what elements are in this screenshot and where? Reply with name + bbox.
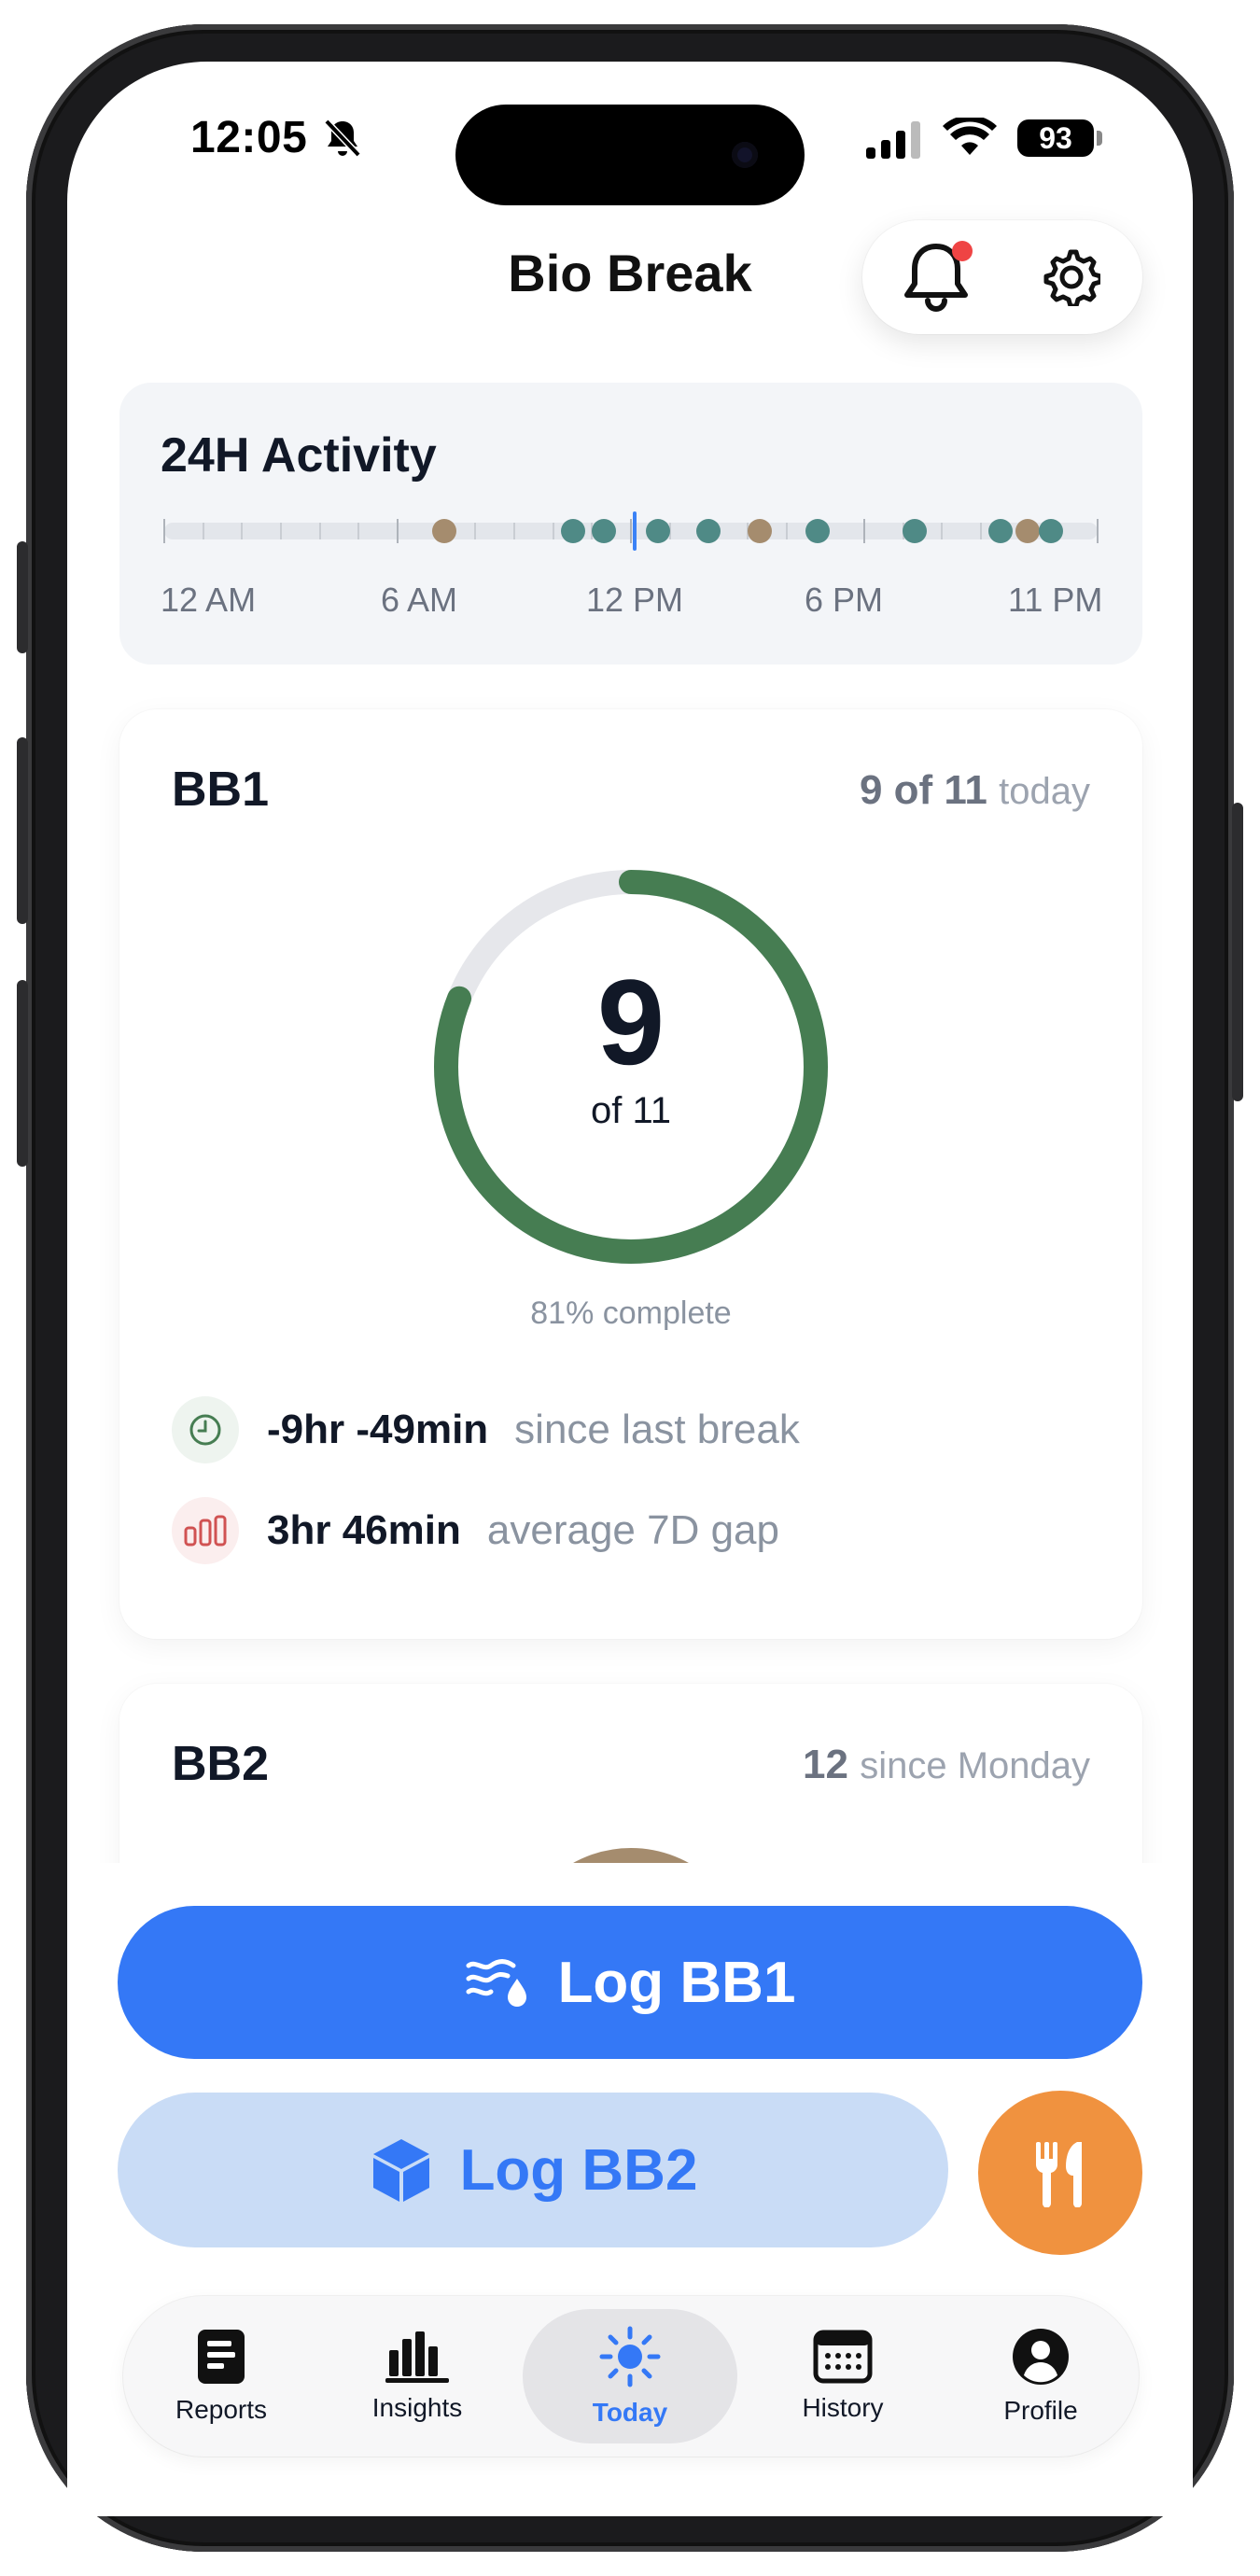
timeline-event-bb2[interactable] [747, 519, 772, 543]
timeline-tick [785, 523, 788, 539]
timeline-label-6pm: 6 PM [805, 581, 884, 619]
bb1-count: 9 of 11 today [860, 767, 1090, 814]
tab-profile-label: Profile [1003, 2396, 1078, 2425]
timeline-tick [280, 523, 282, 539]
tab-profile[interactable]: Profile [943, 2296, 1139, 2457]
insights-icon [385, 2331, 449, 2383]
since-last-break-label: since last break [514, 1407, 800, 1452]
battery-level: 93 [1017, 119, 1094, 157]
notification-badge [952, 241, 973, 261]
timeline-tick [1097, 519, 1099, 543]
tab-bar: Reports Insights Today History Profile [123, 2296, 1139, 2457]
battery-icon [1097, 131, 1102, 146]
bb1-percent-complete: 81% complete [530, 1295, 732, 1331]
activity-timeline[interactable] [119, 383, 1142, 665]
timeline-event-bb1[interactable] [591, 519, 616, 543]
silent-bell-icon [323, 118, 362, 159]
header-actions [862, 220, 1142, 334]
timeline-tick [941, 523, 944, 539]
volume-down-button [17, 980, 28, 1167]
bb1-title: BB1 [172, 763, 270, 817]
tab-reports[interactable]: Reports [123, 2296, 319, 2457]
bb2-count-suffix: since Monday [860, 1745, 1090, 1786]
since-last-break-row: -9hr -49min since last break [172, 1396, 800, 1463]
settings-button[interactable] [1015, 231, 1127, 323]
timeline-label-11pm: 11 PM [1008, 581, 1103, 619]
bb1-ring-value: 9 [596, 954, 665, 1090]
tab-today[interactable]: Today [523, 2296, 737, 2457]
timeline-event-bb1[interactable] [1039, 519, 1063, 543]
timeline-tick [980, 523, 982, 539]
timeline-tick [241, 523, 244, 539]
activity-card: 24H Activity 12 AM 6 AM 12 PM 6 PM 11 PM [119, 383, 1142, 665]
timeline-tick [357, 523, 360, 539]
timeline-tick [202, 523, 204, 539]
page-title: Bio Break [508, 244, 752, 302]
sun-icon [599, 2326, 661, 2387]
tab-insights-label: Insights [371, 2393, 463, 2422]
profile-icon [1013, 2329, 1069, 2385]
tab-insights[interactable]: Insights [319, 2296, 515, 2457]
cube-icon [369, 2135, 434, 2205]
bar-chart-icon [172, 1497, 239, 1564]
log-meal-button[interactable] [978, 2091, 1142, 2255]
notifications-button[interactable] [875, 231, 997, 323]
tab-history-label: History [802, 2393, 884, 2422]
timeline-event-bb1[interactable] [560, 519, 585, 543]
timeline-label-12pm: 12 PM [586, 581, 684, 619]
volume-up-button [17, 737, 28, 924]
timeline-event-bb1[interactable] [903, 519, 928, 543]
average-gap-value: 3hr 46min [267, 1507, 461, 1553]
bb1-count-suffix: today [999, 771, 1090, 812]
timeline-label-6am: 6 AM [381, 581, 458, 619]
log-bb2-button[interactable]: Log BB2 [118, 2093, 948, 2247]
bb1-count-value: 9 of 11 [859, 767, 987, 813]
gear-icon [1043, 249, 1100, 306]
wifi-icon [943, 115, 997, 163]
signal-icon [866, 121, 924, 163]
timeline-tick [318, 523, 321, 539]
calendar-icon [813, 2330, 873, 2384]
timeline-tick [630, 519, 632, 543]
tab-history[interactable]: History [745, 2296, 941, 2457]
timeline-event-bb1[interactable] [987, 519, 1013, 543]
bb2-title: BB2 [172, 1737, 270, 1791]
timeline-tick [474, 523, 477, 539]
timeline-tick [552, 523, 554, 539]
average-gap-row: 3hr 46min average 7D gap [172, 1497, 779, 1564]
timeline-tick [513, 523, 515, 539]
since-last-break-value: -9hr -49min [267, 1407, 489, 1452]
reports-icon [198, 2330, 245, 2384]
timeline-tick [397, 519, 399, 543]
bb1-card[interactable]: BB1 9 of 11 today 9 of 11 81% complete -… [119, 709, 1142, 1639]
timeline-event-bb2[interactable] [1015, 519, 1040, 543]
bb2-count: 12 since Monday [803, 1742, 1090, 1788]
log-bb1-label: Log BB1 [557, 1950, 796, 2015]
bb1-progress-ring: 9 of 11 [423, 859, 839, 1275]
timeline-tick [163, 519, 165, 543]
tab-reports-label: Reports [175, 2395, 268, 2424]
timeline-event-bb1[interactable] [696, 519, 721, 543]
timeline-event-bb1[interactable] [646, 519, 671, 543]
timeline-event-bb1[interactable] [805, 519, 830, 543]
log-bb1-button[interactable]: Log BB1 [118, 1906, 1142, 2059]
timeline-label-12am: 12 AM [161, 581, 257, 619]
power-button [1232, 803, 1243, 1101]
bb1-ring-of: of 11 [591, 1090, 671, 1131]
log-bb2-label: Log BB2 [459, 2137, 698, 2203]
bb2-count-value: 12 [803, 1742, 848, 1787]
average-gap-label: average 7D gap [486, 1507, 779, 1553]
water-waves-icon [465, 1956, 532, 2009]
timeline-now-marker [633, 511, 637, 551]
timeline-tick [863, 519, 865, 543]
fork-knife-icon [1035, 2142, 1082, 2207]
clock-icon [172, 1396, 239, 1463]
mute-switch [17, 541, 28, 653]
tab-today-label: Today [592, 2398, 668, 2427]
status-time: 12:05 [190, 113, 308, 162]
dynamic-island [455, 105, 805, 205]
timeline-event-bb2[interactable] [432, 519, 456, 543]
